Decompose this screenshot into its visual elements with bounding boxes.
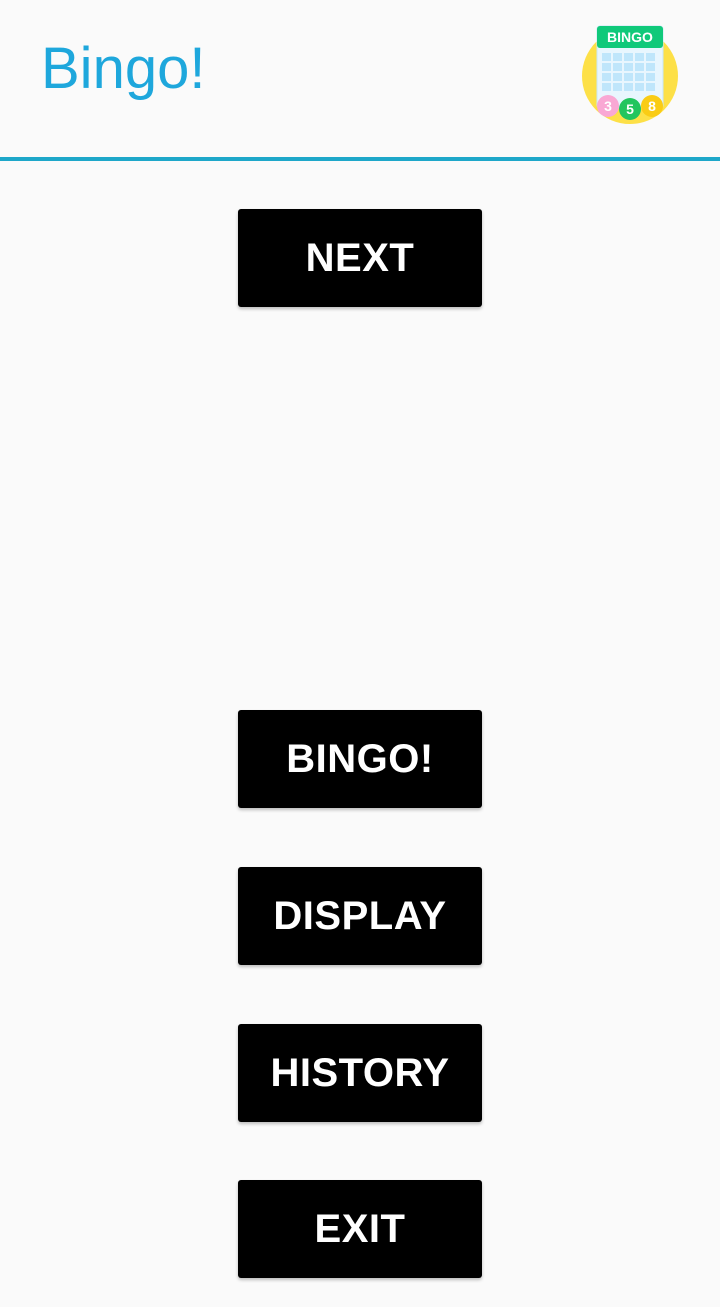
logo-ball-3-number: 8: [648, 98, 656, 114]
bingo-card-icon: BINGO 3 5 8: [580, 22, 680, 126]
app-bar: Bingo! BINGO 3 5 8: [0, 0, 720, 158]
exit-button[interactable]: EXIT: [238, 1180, 482, 1278]
bingo-button[interactable]: BINGO!: [238, 710, 482, 808]
app-bar-divider: [0, 157, 720, 161]
app-title: Bingo!: [41, 36, 206, 101]
history-button[interactable]: HISTORY: [238, 1024, 482, 1122]
next-button[interactable]: NEXT: [238, 209, 482, 307]
logo-ball-1-number: 3: [604, 98, 612, 114]
logo-ball-2-number: 5: [626, 101, 634, 117]
logo-text: BINGO: [607, 29, 653, 45]
display-button[interactable]: DISPLAY: [238, 867, 482, 965]
